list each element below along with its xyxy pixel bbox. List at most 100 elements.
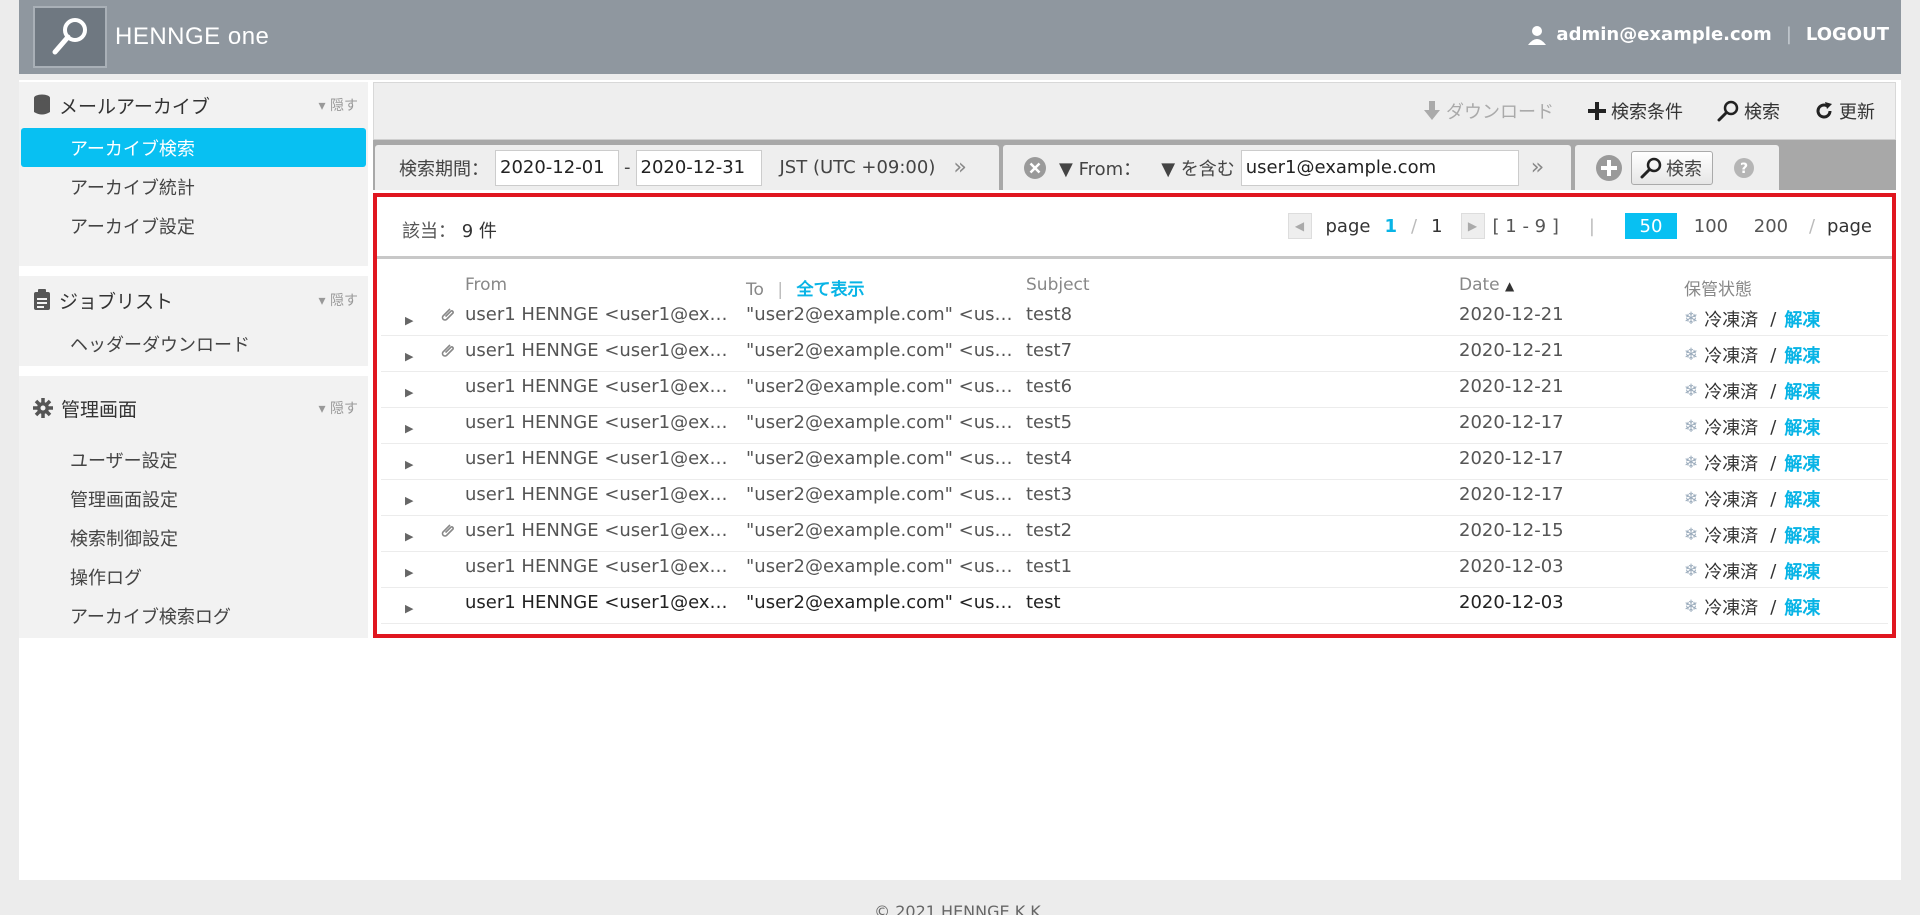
toolbar-search-button[interactable]: 検索 — [1717, 98, 1780, 124]
row-date: 2020-12-21 — [1459, 376, 1564, 397]
column-status[interactable]: 保管状態 — [1684, 275, 1752, 300]
unfreeze-link[interactable]: 解凍 — [1784, 486, 1820, 512]
table-row[interactable]: ▶ user1 HENNGE <user1@example.com> "user2@… — [381, 408, 1888, 444]
sidebar-item-search-log[interactable]: アーカイブ検索ログ — [19, 596, 368, 635]
expand-row-icon[interactable]: ▶ — [405, 314, 413, 327]
row-subject[interactable]: test3 — [1026, 484, 1426, 505]
field-select[interactable]: ▼ From： — [1059, 155, 1141, 181]
row-subject[interactable]: test6 — [1026, 376, 1426, 397]
expand-row-icon[interactable]: ▶ — [405, 602, 413, 615]
refresh-button[interactable]: 更新 — [1814, 98, 1875, 124]
filter-value-input[interactable]: user1@example.com — [1240, 149, 1519, 186]
sidebar-item-archive-settings[interactable]: アーカイブ設定 — [19, 206, 368, 245]
row-subject[interactable]: test2 — [1026, 520, 1426, 541]
table-row[interactable]: ▶ user1 HENNGE <user1@example.com> "user2@… — [381, 372, 1888, 408]
show-all-link[interactable]: 全て表示 — [796, 280, 864, 300]
row-subject[interactable]: test — [1026, 592, 1426, 613]
unfreeze-link[interactable]: 解凍 — [1784, 342, 1820, 368]
hide-toggle[interactable]: ▾ 隠す — [319, 290, 358, 310]
row-subject[interactable]: test5 — [1026, 412, 1426, 433]
expand-row-icon[interactable]: ▶ — [405, 350, 413, 363]
row-subject[interactable]: test7 — [1026, 340, 1426, 361]
unfreeze-link[interactable]: 解凍 — [1784, 450, 1820, 476]
table-row[interactable]: ▶ user1 HENNGE <user1@example.com> "user2@… — [381, 516, 1888, 552]
sidebar-header-archive[interactable]: メールアーカイブ ▾ 隠す — [19, 82, 368, 128]
sidebar-item-archive-search[interactable]: アーカイブ検索 — [21, 128, 366, 167]
unfreeze-link[interactable]: 解凍 — [1784, 306, 1820, 332]
remove-filter-icon[interactable] — [1023, 156, 1047, 180]
attachment-icon — [440, 523, 456, 544]
search-conditions-button[interactable]: 検索条件 — [1588, 98, 1683, 124]
row-subject[interactable]: test8 — [1026, 304, 1426, 325]
page-size-separator: / — [1808, 215, 1816, 237]
prev-page-button[interactable]: ◀ — [1287, 213, 1312, 239]
row-status: ❄ 冷凍済 / 解凍 — [1684, 414, 1884, 440]
date-to-input[interactable]: 2020-12-31 — [635, 149, 762, 186]
date-from-input[interactable]: 2020-12-01 — [495, 149, 619, 186]
unfreeze-link[interactable]: 解凍 — [1784, 378, 1820, 404]
sidebar-item-admin-settings[interactable]: 管理画面設定 — [19, 479, 368, 518]
table-row[interactable]: ▶ user1 HENNGE <user1@example.com> "user2@… — [381, 480, 1888, 516]
sidebar-header-admin[interactable]: 管理画面 ▾ 隠す — [19, 376, 368, 440]
page-size-50[interactable]: 50 — [1624, 213, 1677, 239]
add-filter-icon[interactable] — [1595, 154, 1623, 182]
row-to: "user2@example.com" <user2@example.com> — [746, 556, 1014, 577]
sidebar-header-jobs[interactable]: ジョブリスト ▾ 隠す — [19, 276, 368, 324]
page-size-100[interactable]: 100 — [1685, 213, 1737, 239]
unfreeze-link[interactable]: 解凍 — [1784, 522, 1820, 548]
column-subject[interactable]: Subject — [1026, 275, 1090, 295]
operator-select[interactable]: ▼ を含む — [1161, 155, 1235, 181]
row-status: ❄ 冷凍済 / 解凍 — [1684, 450, 1884, 476]
table-row[interactable]: ▶ user1 HENNGE <user1@example.com> "user2@… — [381, 336, 1888, 372]
table-row[interactable]: ▶ user1 HENNGE <user1@example.com> "user2@… — [381, 588, 1888, 624]
sidebar-title-admin: 管理画面 — [61, 398, 138, 421]
timezone-select[interactable]: JST (UTC +09:00) — [780, 157, 936, 178]
download-button[interactable]: ダウンロード — [1423, 98, 1554, 124]
next-page-button[interactable]: ▶ — [1460, 213, 1485, 239]
sidebar-title-archive: メールアーカイブ — [59, 95, 210, 118]
chevron-right-icon[interactable]: » — [953, 155, 966, 180]
column-date[interactable]: Date ▲ — [1459, 275, 1514, 295]
hide-toggle[interactable]: ▾ 隠す — [319, 398, 358, 418]
status-text: 冷凍済 — [1704, 562, 1759, 583]
logout-link[interactable]: LOGOUT — [1806, 24, 1889, 45]
unfreeze-link[interactable]: 解凍 — [1784, 558, 1820, 584]
expand-row-icon[interactable]: ▶ — [405, 458, 413, 471]
table-row[interactable]: ▶ user1 HENNGE <user1@example.com> "user2@… — [381, 300, 1888, 336]
row-from: user1 HENNGE <user1@example.com> — [465, 592, 733, 613]
expand-row-icon[interactable]: ▶ — [405, 422, 413, 435]
sidebar-item-operation-log[interactable]: 操作ログ — [19, 557, 368, 596]
current-page[interactable]: 1 — [1384, 216, 1397, 237]
sidebar-section-jobs: ジョブリスト ▾ 隠す ヘッダーダウンロード — [19, 276, 368, 366]
row-from: user1 HENNGE <user1@example.com> — [465, 556, 733, 577]
snowflake-icon: ❄ — [1684, 597, 1699, 617]
row-from: user1 HENNGE <user1@example.com> — [465, 520, 733, 541]
table-row[interactable]: ▶ user1 HENNGE <user1@example.com> "user2@… — [381, 444, 1888, 480]
sidebar-item-header-download[interactable]: ヘッダーダウンロード — [19, 324, 368, 363]
expand-row-icon[interactable]: ▶ — [405, 494, 413, 507]
column-from[interactable]: From — [465, 275, 507, 295]
unfreeze-link[interactable]: 解凍 — [1784, 594, 1820, 620]
sidebar-item-user-settings[interactable]: ユーザー設定 — [19, 440, 368, 479]
total-pages: 1 — [1431, 215, 1443, 237]
snowflake-icon: ❄ — [1684, 525, 1699, 545]
search-logo-icon[interactable] — [33, 6, 107, 68]
row-date: 2020-12-17 — [1459, 412, 1564, 433]
row-subject[interactable]: test4 — [1026, 448, 1426, 469]
unfreeze-link[interactable]: 解凍 — [1784, 414, 1820, 440]
page-size-200[interactable]: 200 — [1745, 213, 1797, 239]
table-row[interactable]: ▶ user1 HENNGE <user1@example.com> "user2@… — [381, 552, 1888, 588]
sidebar-item-search-control[interactable]: 検索制御設定 — [19, 518, 368, 557]
filter-search-button[interactable]: 検索 — [1631, 150, 1713, 185]
row-subject[interactable]: test1 — [1026, 556, 1426, 577]
row-to: "user2@example.com" <user2@example.com> — [746, 376, 1014, 397]
snowflake-icon: ❄ — [1684, 453, 1699, 473]
help-icon[interactable]: ? — [1733, 157, 1755, 179]
expand-row-icon[interactable]: ▶ — [405, 386, 413, 399]
chevron-right-icon[interactable]: » — [1531, 155, 1544, 180]
expand-row-icon[interactable]: ▶ — [405, 566, 413, 579]
column-to[interactable]: To | 全て表示 — [746, 275, 864, 300]
expand-row-icon[interactable]: ▶ — [405, 530, 413, 543]
hide-toggle[interactable]: ▾ 隠す — [319, 95, 358, 115]
sidebar-item-archive-stats[interactable]: アーカイブ統計 — [19, 167, 368, 206]
